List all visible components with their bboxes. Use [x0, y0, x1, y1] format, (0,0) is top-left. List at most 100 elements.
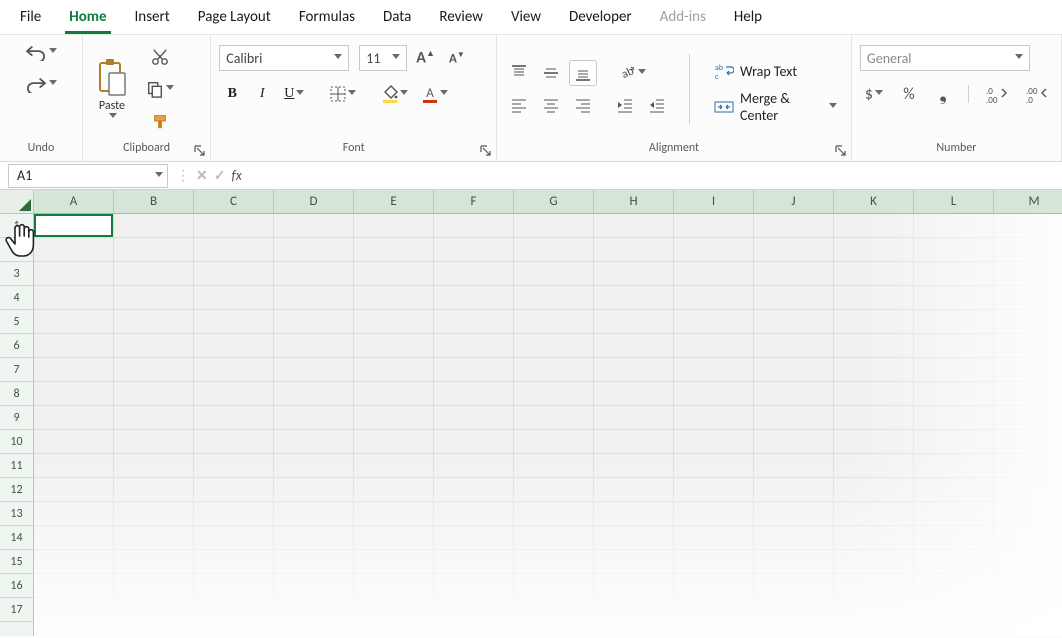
row-header[interactable]: 12	[0, 478, 33, 502]
column-header[interactable]: C	[194, 190, 274, 213]
wrap-text-button[interactable]: abc Wrap Text	[708, 58, 843, 84]
column-header[interactable]: G	[514, 190, 594, 213]
increase-indent-button[interactable]	[643, 92, 671, 118]
active-cell[interactable]	[34, 214, 113, 237]
column-header[interactable]: F	[434, 190, 514, 213]
chevron-down-icon	[166, 85, 174, 93]
row-header[interactable]: 16	[0, 574, 33, 598]
tab-add-ins[interactable]: Add-ins	[646, 2, 720, 34]
cut-button[interactable]	[141, 44, 179, 70]
alignment-dialog-launcher[interactable]	[833, 143, 847, 157]
clipboard-dialog-launcher[interactable]	[192, 143, 206, 157]
align-bottom-button[interactable]	[569, 60, 597, 86]
align-middle-button[interactable]	[537, 60, 565, 86]
row-header[interactable]: 4	[0, 286, 33, 310]
column-header[interactable]: I	[674, 190, 754, 213]
row-header[interactable]: 15	[0, 550, 33, 574]
align-right-icon	[574, 96, 592, 114]
select-all-cells-button[interactable]	[0, 190, 34, 214]
number-format-select[interactable]: General	[860, 45, 1030, 71]
fx-icon[interactable]: fx	[231, 167, 241, 184]
decrease-decimal-icon: .00.0	[1026, 85, 1048, 103]
redo-button[interactable]	[20, 71, 62, 97]
font-dialog-launcher[interactable]	[478, 143, 492, 157]
accounting-format-button[interactable]: $	[860, 81, 888, 107]
group-label-font: Font	[219, 139, 488, 159]
font-name-select[interactable]: Calibri	[219, 45, 349, 71]
group-label-alignment: Alignment	[505, 139, 843, 159]
font-color-button[interactable]: A	[417, 81, 453, 107]
tab-data[interactable]: Data	[369, 2, 425, 34]
column-header[interactable]: M	[994, 190, 1062, 213]
tab-formulas[interactable]: Formulas	[285, 2, 369, 34]
decrease-indent-button[interactable]	[611, 92, 639, 118]
row-header[interactable]: 8	[0, 382, 33, 406]
row-header[interactable]: 6	[0, 334, 33, 358]
row-header[interactable]: 17	[0, 598, 33, 622]
column-header[interactable]: E	[354, 190, 434, 213]
column-header[interactable]: B	[114, 190, 194, 213]
svg-text:A: A	[427, 86, 435, 101]
align-right-button[interactable]	[569, 92, 597, 118]
name-box[interactable]: A1	[8, 164, 168, 188]
row-header[interactable]: 1	[0, 214, 33, 238]
column-header[interactable]: A	[34, 190, 114, 213]
grow-font-button[interactable]: A▲	[411, 45, 440, 71]
cells-area[interactable]	[34, 214, 1062, 636]
row-header[interactable]: 14	[0, 526, 33, 550]
chevron-down-icon	[638, 69, 646, 77]
tab-file[interactable]: File	[6, 2, 55, 34]
align-top-button[interactable]	[505, 60, 533, 86]
align-left-button[interactable]	[505, 92, 533, 118]
chevron-down-icon	[49, 48, 57, 56]
row-header[interactable]: 10	[0, 430, 33, 454]
tab-view[interactable]: View	[497, 2, 555, 34]
merge-center-button[interactable]: Merge & Center	[708, 94, 843, 120]
column-header[interactable]: D	[274, 190, 354, 213]
column-header[interactable]: L	[914, 190, 994, 213]
enter-formula-icon[interactable]: ✓	[214, 167, 226, 184]
tab-home[interactable]: Home	[55, 2, 120, 34]
italic-button[interactable]: I	[249, 81, 275, 107]
cancel-formula-icon[interactable]: ✕	[196, 167, 208, 184]
tab-insert[interactable]: Insert	[121, 2, 184, 34]
tab-help[interactable]: Help	[720, 2, 776, 34]
column-header[interactable]: H	[594, 190, 674, 213]
column-header[interactable]: K	[834, 190, 914, 213]
shrink-font-button[interactable]: A▼	[444, 45, 470, 71]
undo-button[interactable]	[20, 39, 62, 65]
paste-button[interactable]: Paste	[91, 55, 133, 123]
fill-color-button[interactable]	[377, 81, 413, 107]
formula-input[interactable]	[250, 164, 1062, 188]
row-header[interactable]: 3	[0, 262, 33, 286]
row-header[interactable]: 11	[0, 454, 33, 478]
bold-icon: B	[228, 86, 237, 102]
row-header[interactable]: 13	[0, 502, 33, 526]
row-header[interactable]: 9	[0, 406, 33, 430]
align-middle-icon	[542, 64, 560, 82]
row-header[interactable]: 2	[0, 238, 33, 262]
row-header[interactable]: 7	[0, 358, 33, 382]
chevron-down-icon	[829, 103, 837, 111]
copy-button[interactable]	[141, 76, 179, 102]
row-header[interactable]: 5	[0, 310, 33, 334]
tab-page-layout[interactable]: Page Layout	[184, 2, 285, 34]
ribbon-tabs: File Home Insert Page Layout Formulas Da…	[0, 0, 1062, 34]
comma-format-button[interactable]: ❟	[930, 81, 956, 107]
fade-overlay	[34, 214, 1062, 636]
tab-review[interactable]: Review	[425, 2, 497, 34]
font-size-select[interactable]: 11	[359, 45, 407, 71]
merge-center-label: Merge & Center	[740, 90, 821, 124]
tab-developer[interactable]: Developer	[555, 2, 646, 34]
decrease-decimal-button[interactable]: .00.0	[1021, 81, 1053, 107]
align-center-button[interactable]	[537, 92, 565, 118]
underline-button[interactable]: U	[279, 81, 309, 107]
borders-button[interactable]	[325, 81, 361, 107]
format-painter-button[interactable]	[141, 108, 179, 134]
merge-center-icon	[714, 98, 734, 116]
column-header[interactable]: J	[754, 190, 834, 213]
orientation-button[interactable]: ab	[611, 60, 651, 86]
percent-format-button[interactable]: %	[896, 81, 922, 107]
increase-decimal-button[interactable]: .0.00	[981, 81, 1013, 107]
bold-button[interactable]: B	[219, 81, 245, 107]
